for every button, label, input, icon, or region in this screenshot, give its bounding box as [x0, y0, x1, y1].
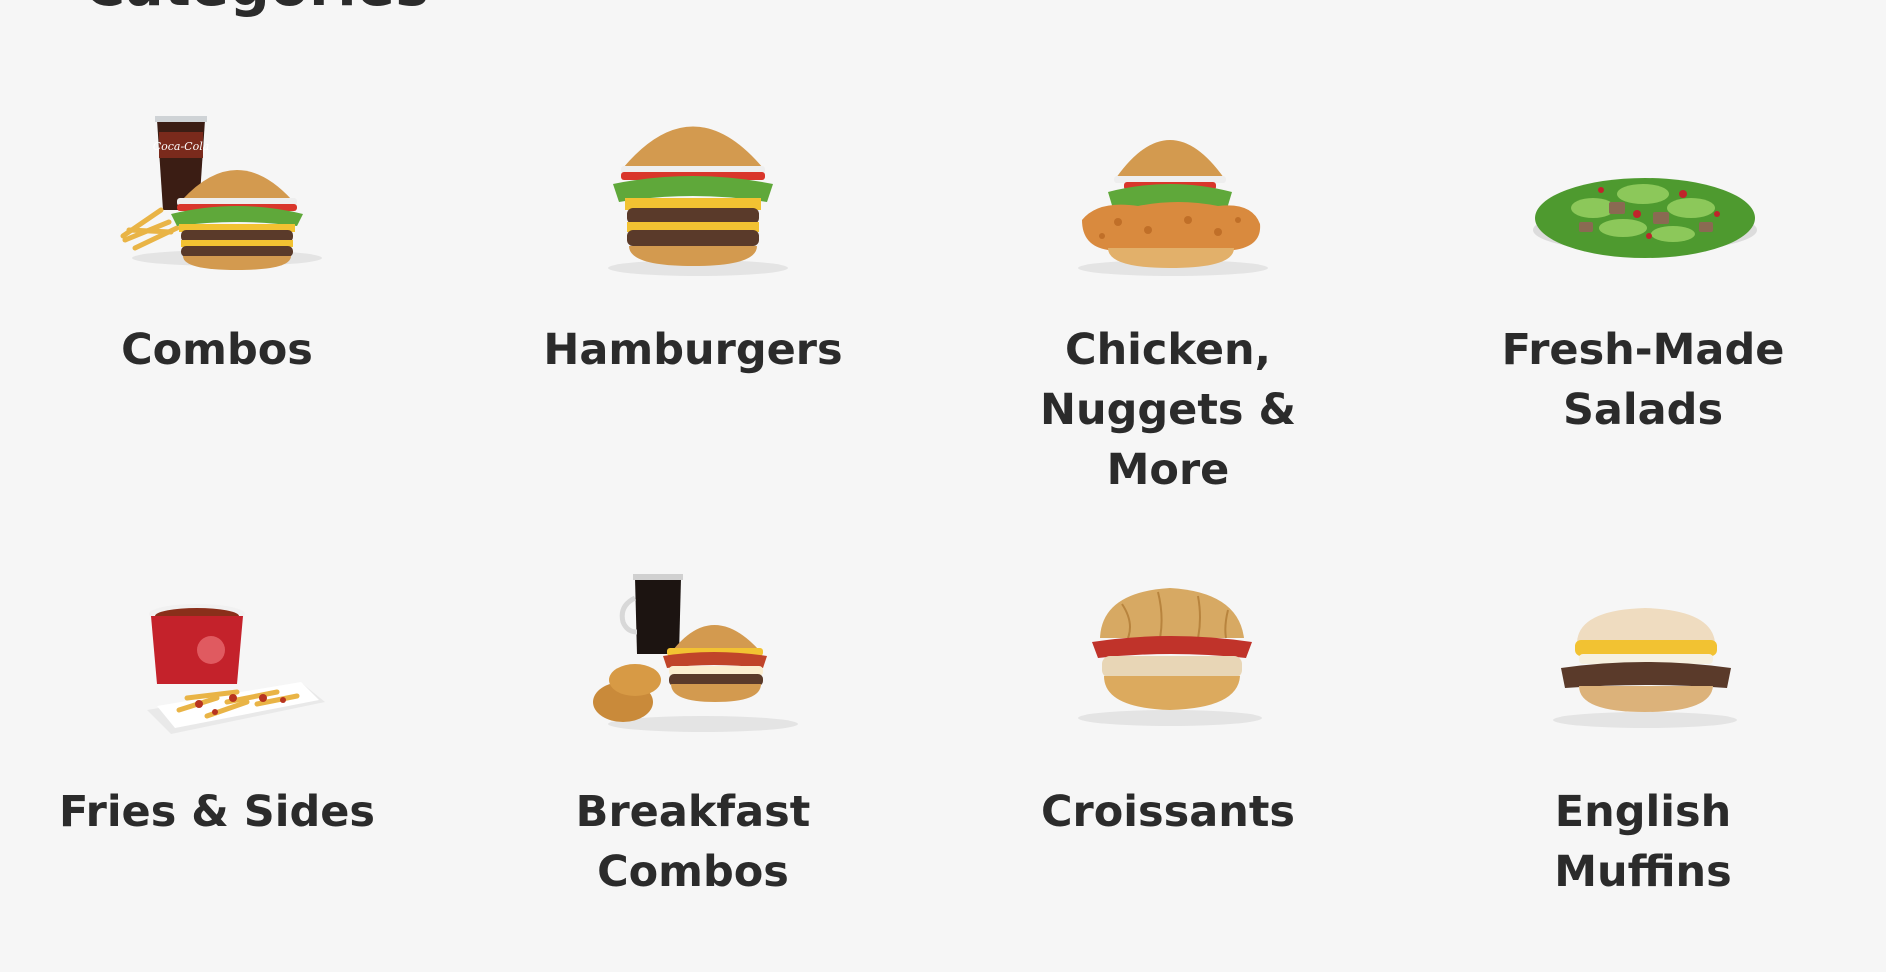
category-label: Croissants — [1040, 787, 1295, 837]
category-tile-chicken[interactable]: Chicken, Nuggets & More — [953, 90, 1383, 500]
category-label: Hamburgers — [543, 325, 843, 375]
category-label: Chicken, Nuggets & More — [1040, 325, 1296, 495]
category-grid: Coca-Cola Combos Hamburgers Chicken, Nug… — [0, 0, 1886, 972]
category-tile-combos[interactable]: Coca-Cola Combos — [2, 90, 432, 380]
chili-fries-icon — [87, 552, 347, 762]
english-muffin-icon — [1513, 552, 1773, 762]
croissant-sandwich-icon — [1038, 552, 1298, 762]
category-tile-croissants[interactable]: Croissants — [953, 552, 1383, 842]
category-tile-salads[interactable]: Fresh-Made Salads — [1428, 90, 1858, 440]
svg-text:Coca-Cola: Coca-Cola — [153, 140, 210, 153]
category-label: English Muffins — [1554, 787, 1732, 897]
chicken-sandwich-icon — [1038, 90, 1298, 300]
category-label: Fresh-Made Salads — [1501, 325, 1785, 435]
combo-meal-icon: Coca-Cola — [87, 90, 347, 300]
category-tile-hamburgers[interactable]: Hamburgers — [478, 90, 908, 380]
breakfast-combo-icon — [563, 552, 823, 762]
category-label: Breakfast Combos — [575, 787, 811, 897]
category-tile-fries-sides[interactable]: Fries & Sides — [2, 552, 432, 842]
hamburger-icon — [563, 90, 823, 300]
category-label: Combos — [121, 325, 313, 375]
categories-page: Categories Coca-Cola — [0, 0, 1886, 972]
category-tile-breakfast-combos[interactable]: Breakfast Combos — [478, 552, 908, 902]
category-label: Fries & Sides — [58, 787, 375, 837]
salad-icon — [1513, 90, 1773, 300]
category-tile-english-muffins[interactable]: English Muffins — [1428, 552, 1858, 902]
